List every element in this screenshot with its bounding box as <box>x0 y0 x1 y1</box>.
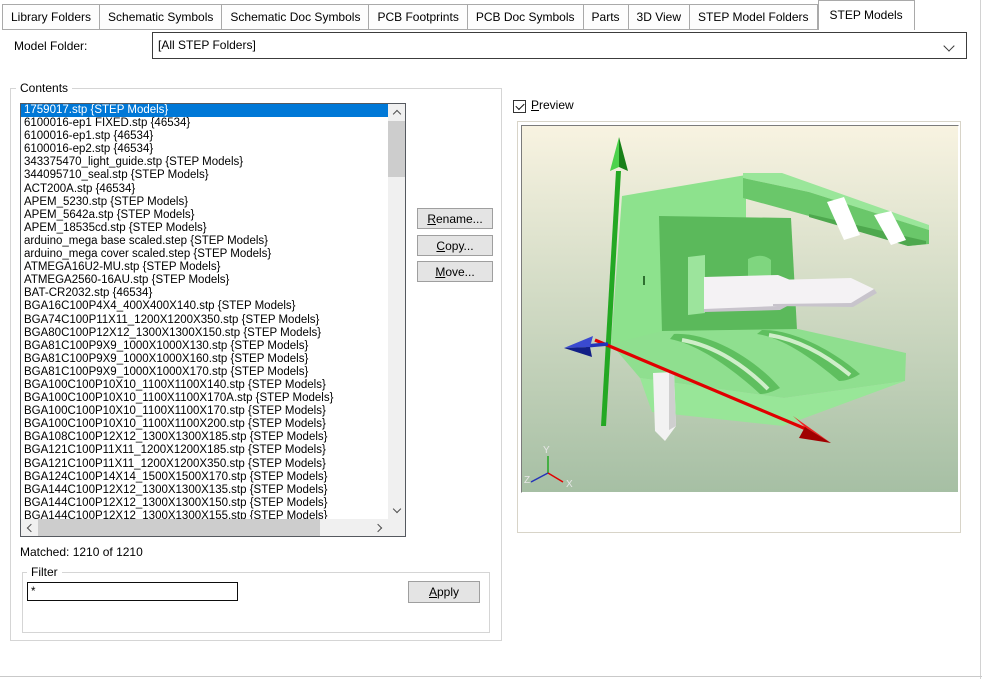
preview-checkbox[interactable] <box>513 100 526 113</box>
list-item[interactable]: APEM_5642a.stp {STEP Models} <box>21 209 388 222</box>
horizontal-scroll-thumb[interactable] <box>38 519 320 536</box>
window-edge-right <box>980 0 981 679</box>
list-item[interactable]: 1759017.stp {STEP Models} <box>21 104 388 117</box>
list-item[interactable]: ATMEGA2560-16AU.stp {STEP Models} <box>21 274 388 287</box>
tab-parts[interactable]: Parts <box>584 4 629 30</box>
contents-list: 1759017.stp {STEP Models}6100016-ep1 FIX… <box>21 104 388 519</box>
filter-group-label: Filter <box>27 565 62 579</box>
preview-3d-viewport[interactable]: Y Z X <box>521 125 959 493</box>
list-item[interactable]: BGA144C100P12X12_1300X1300X150.stp {STEP… <box>21 497 388 510</box>
list-item[interactable]: BGA81C100P9X9_1000X1000X160.stp {STEP Mo… <box>21 353 388 366</box>
list-item[interactable]: BGA108C100P12X12_1300X1300X185.stp {STEP… <box>21 431 388 444</box>
tab-pcb-footprints[interactable]: PCB Footprints <box>369 4 467 30</box>
contents-listbox[interactable]: 1759017.stp {STEP Models}6100016-ep1 FIX… <box>20 103 406 537</box>
list-item[interactable]: arduino_mega cover scaled.step {STEP Mod… <box>21 248 388 261</box>
list-item[interactable]: 6100016-ep1 FIXED.stp {46534} <box>21 117 388 130</box>
list-item[interactable]: BGA121C100P11X11_1200X1200X350.stp {STEP… <box>21 458 388 471</box>
model-folder-select[interactable]: [All STEP Folders] <box>152 32 967 59</box>
apply-button[interactable]: Apply <box>408 581 480 603</box>
matched-count-text: Matched: 1210 of 1210 <box>20 545 143 559</box>
rename-button[interactable]: Rename... <box>417 208 493 229</box>
tab-pcb-doc-symbols[interactable]: PCB Doc Symbols <box>468 4 584 30</box>
y-axis-label: Y <box>543 445 550 456</box>
tab-step-models[interactable]: STEP Models <box>818 0 915 30</box>
scrollbar-corner <box>388 519 405 536</box>
tab-3d-view[interactable]: 3D View <box>629 4 690 30</box>
list-item[interactable]: ACT200A.stp {46534} <box>21 183 388 196</box>
list-item[interactable]: BGA121C100P11X11_1200X1200X185.stp {STEP… <box>21 444 388 457</box>
vertical-scroll-thumb[interactable] <box>388 121 405 177</box>
list-item[interactable]: arduino_mega base scaled.step {STEP Mode… <box>21 235 388 248</box>
z-axis-label: Z <box>524 475 530 486</box>
list-item[interactable]: BGA80C100P12X12_1300X1300X150.stp {STEP … <box>21 327 388 340</box>
chevron-left-icon <box>27 523 35 531</box>
model-folder-label: Model Folder: <box>14 39 87 53</box>
x-axis-label: X <box>566 479 573 490</box>
copy-button[interactable]: Copy... <box>417 235 493 256</box>
list-item[interactable]: BGA144C100P12X12_1300X1300X135.stp {STEP… <box>21 484 388 497</box>
chevron-up-icon <box>392 110 400 118</box>
list-item[interactable]: 344095710_seal.stp {STEP Models} <box>21 169 388 182</box>
model-folder-value: [All STEP Folders] <box>158 38 256 52</box>
list-item[interactable]: BGA81C100P9X9_1000X1000X130.stp {STEP Mo… <box>21 340 388 353</box>
tab-schematic-doc-symbols[interactable]: Schematic Doc Symbols <box>222 4 369 30</box>
list-item[interactable]: BGA100C100P10X10_1100X1100X170.stp {STEP… <box>21 405 388 418</box>
list-item[interactable]: 343375470_light_guide.stp {STEP Models} <box>21 156 388 169</box>
tab-bar: Library FoldersSchematic SymbolsSchemati… <box>0 0 982 30</box>
step-model-preview-render: Y Z X <box>522 126 958 492</box>
chevron-down-icon <box>392 505 400 513</box>
chevron-right-icon <box>374 523 382 531</box>
scroll-up-arrow[interactable] <box>388 104 405 121</box>
tab-step-model-folders[interactable]: STEP Model Folders <box>690 4 818 30</box>
list-item[interactable]: 6100016-ep1.stp {46534} <box>21 130 388 143</box>
scroll-down-arrow[interactable] <box>388 502 405 519</box>
tab-library-folders[interactable]: Library Folders <box>2 4 100 30</box>
list-item[interactable]: BGA124C100P14X14_1500X1500X170.stp {STEP… <box>21 471 388 484</box>
preview-panel: Y Z X <box>517 121 961 533</box>
horizontal-scrollbar[interactable] <box>21 519 388 536</box>
list-item[interactable]: APEM_18535cd.stp {STEP Models} <box>21 222 388 235</box>
filter-input[interactable] <box>27 582 238 601</box>
window-edge-bottom <box>0 676 982 677</box>
list-item[interactable]: BGA100C100P10X10_1100X1100X140.stp {STEP… <box>21 379 388 392</box>
list-item[interactable]: 6100016-ep2.stp {46534} <box>21 143 388 156</box>
step-models-tab-page: Library FoldersSchematic SymbolsSchemati… <box>0 0 982 679</box>
list-item[interactable]: BGA144C100P12X12_1300X1300X155.stp {STEP… <box>21 510 388 519</box>
list-item[interactable]: BGA100C100P10X10_1100X1100X200.stp {STEP… <box>21 418 388 431</box>
list-item[interactable]: BGA74C100P11X11_1200X1200X350.stp {STEP … <box>21 314 388 327</box>
contents-group-label: Contents <box>16 81 72 95</box>
preview-checkbox-label[interactable]: Preview <box>531 98 574 112</box>
list-item[interactable]: BGA100C100P10X10_1100X1100X170A.stp {STE… <box>21 392 388 405</box>
vertical-scrollbar[interactable] <box>388 104 405 519</box>
list-item[interactable]: BAT-CR2032.stp {46534} <box>21 287 388 300</box>
list-item[interactable]: BGA81C100P9X9_1000X1000X170.stp {STEP Mo… <box>21 366 388 379</box>
scroll-right-arrow[interactable] <box>371 519 388 536</box>
scroll-left-arrow[interactable] <box>21 519 38 536</box>
list-item[interactable]: APEM_5230.stp {STEP Models} <box>21 196 388 209</box>
list-item[interactable]: ATMEGA16U2-MU.stp {STEP Models} <box>21 261 388 274</box>
move-button[interactable]: Move... <box>417 261 493 282</box>
chevron-down-icon <box>943 40 954 51</box>
list-item[interactable]: BGA16C100P4X4_400X400X140.stp {STEP Mode… <box>21 300 388 313</box>
tab-schematic-symbols[interactable]: Schematic Symbols <box>100 4 222 30</box>
